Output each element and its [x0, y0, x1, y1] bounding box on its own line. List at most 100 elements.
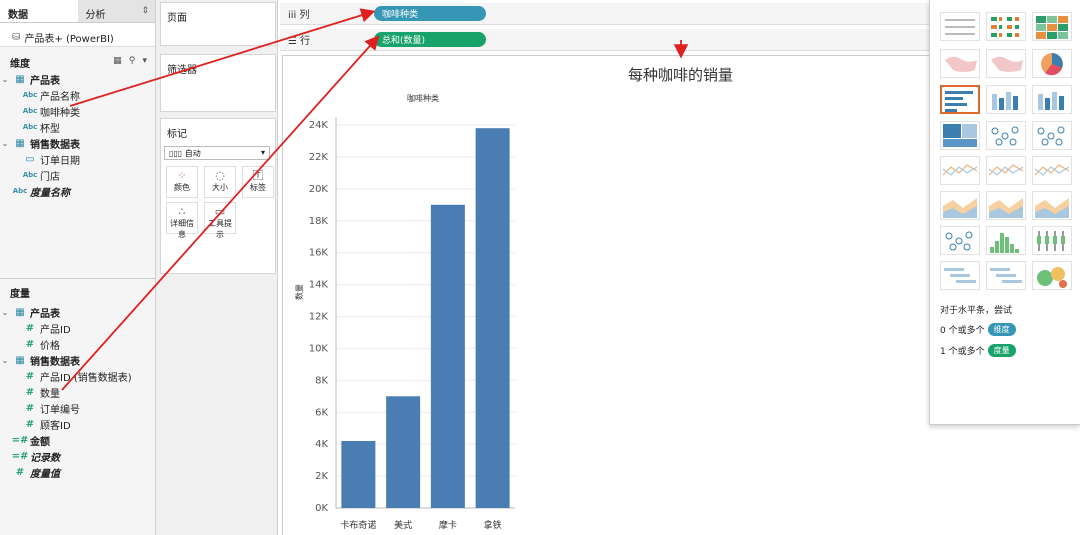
mark-type-dropdown[interactable]: ▯▯▯ 自动 ▾	[164, 146, 270, 160]
chart-type-area-continuous[interactable]	[940, 191, 980, 220]
req2-pill: 度量	[987, 344, 1016, 357]
chart-type-area-discrete[interactable]	[986, 191, 1026, 220]
number-icon: #	[25, 418, 35, 430]
chart-type-symbol-map[interactable]	[940, 49, 980, 78]
viz-area	[282, 55, 930, 535]
measure-field[interactable]: # 订单编号	[0, 400, 156, 416]
measure-field[interactable]: =# 记录数	[0, 448, 156, 464]
menu-icon[interactable]: ▾	[142, 56, 149, 66]
tab-analysis[interactable]: 分析 ⇕	[77, 0, 155, 22]
detail-label: 详细信息	[170, 219, 194, 239]
dim-field[interactable]: Abc 杯型	[0, 119, 155, 135]
heat-map-icon	[991, 17, 1019, 37]
field-label: 顾客ID	[40, 420, 71, 432]
box-whisker-icon	[1037, 231, 1065, 251]
chart-type-filled-map[interactable]	[986, 49, 1026, 78]
field-label: 产品ID	[40, 324, 71, 336]
number-icon: #	[25, 370, 35, 382]
chart-type-dual-combination[interactable]	[1032, 191, 1072, 220]
divider	[0, 278, 156, 279]
field-label: 金额	[30, 436, 50, 448]
dim-field[interactable]: Abc 度量名称	[0, 183, 155, 199]
label-button[interactable]: 🅃 标签	[242, 166, 274, 198]
chart-type-side-by-side-circles[interactable]	[1032, 121, 1072, 150]
chart-type-text-table[interactable]	[940, 12, 980, 41]
dim-field[interactable]: Abc 产品名称	[0, 87, 155, 103]
chart-type-treemap[interactable]	[940, 121, 980, 150]
tab-data[interactable]: 数据	[0, 0, 78, 22]
chart-type-histogram[interactable]	[986, 226, 1026, 255]
chevron-down-icon[interactable]: ⌄	[0, 356, 10, 365]
datasource-icon: ⛁	[12, 32, 21, 43]
field-label: 杯型	[40, 123, 60, 135]
chevron-down-icon[interactable]: ⌄	[0, 139, 10, 148]
dim-field[interactable]: ⌄ ▦ 销售数据表	[0, 135, 155, 151]
measure-field[interactable]: # 产品ID	[0, 320, 156, 336]
number-icon: #	[25, 322, 35, 334]
chart-type-dual-lines[interactable]	[1032, 156, 1072, 185]
dim-field[interactable]: Abc 咖啡种类	[0, 103, 155, 119]
abc-icon: Abc	[12, 187, 28, 195]
measure-field[interactable]: # 度量值	[0, 464, 156, 480]
chart-type-box-whisker[interactable]	[1032, 226, 1072, 255]
chevron-down-icon[interactable]: ⌄	[0, 308, 10, 317]
abc-icon: Abc	[22, 107, 38, 115]
color-icon: ⁘	[177, 169, 187, 182]
rows-pill[interactable]: 总和(数量)	[374, 32, 486, 47]
req1-prefix: 0 个或多个	[940, 326, 985, 336]
pie-chart-icon	[1041, 53, 1063, 76]
measure-field[interactable]: # 顾客ID	[0, 416, 156, 432]
field-label: 产品ID (销售数据表)	[40, 372, 132, 384]
calculated-field-icon: =#	[11, 434, 29, 446]
measure-field[interactable]: =# 金额	[0, 432, 156, 448]
size-button[interactable]: ◌ 大小	[204, 166, 236, 198]
symbol-map-icon	[945, 56, 977, 72]
mark-type-label: 自动	[184, 149, 201, 158]
chart-type-gantt[interactable]	[940, 261, 980, 290]
chart-type-scatter-plot[interactable]	[940, 226, 980, 255]
filled-map-icon	[991, 56, 1023, 72]
cards-pane: 页面 筛选器 标记 ▯▯▯ 自动 ▾ ⁘ 颜色 ◌ 大小 🅃 标签 ∴ 详细信息 ▭ 工具提…	[156, 0, 278, 535]
packed-bubbles-icon	[1037, 267, 1067, 288]
measure-field[interactable]: # 价格	[0, 336, 156, 352]
filters-card[interactable]: 筛选器	[160, 54, 276, 112]
chart-type-stacked-bars[interactable]	[986, 85, 1026, 114]
histogram-icon	[990, 233, 1019, 253]
measure-field[interactable]: # 产品ID (销售数据表)	[0, 368, 156, 384]
columns-pill[interactable]: 咖啡种类	[374, 6, 486, 21]
date-icon: ▭	[25, 153, 35, 165]
dimensions-header: 维度 ▦ ⚲ ▾	[0, 53, 155, 71]
rows-label: 行	[300, 36, 311, 47]
detail-button[interactable]: ∴ 详细信息	[166, 202, 198, 239]
pages-card[interactable]: 页面	[160, 2, 276, 46]
chart-type-pie-chart[interactable]	[1032, 49, 1072, 78]
field-label: 产品名称	[40, 91, 80, 103]
chart-type-heat-map[interactable]	[986, 12, 1026, 41]
field-label: 销售数据表	[30, 356, 80, 368]
chart-type-horizontal-bars[interactable]	[940, 85, 980, 114]
chart-type-packed-bubbles[interactable]	[1032, 261, 1072, 290]
measure-field[interactable]: ⌄ ▦ 销售数据表	[0, 352, 156, 368]
grid-view-icon[interactable]: ▦	[113, 56, 124, 66]
chart-type-circle-views[interactable]	[986, 121, 1026, 150]
measure-field[interactable]: ⌄ ▦ 产品表	[0, 304, 156, 320]
chart-type-highlight-table[interactable]	[1032, 12, 1072, 41]
dim-field[interactable]: ▭ 订单日期	[0, 151, 155, 167]
tooltip-button[interactable]: ▭ 工具提示	[204, 202, 236, 239]
tab-menu-icon[interactable]: ⇕	[141, 6, 149, 16]
dim-field[interactable]: ⌄ ▦ 产品表	[0, 71, 155, 87]
chart-type-lines-continuous[interactable]	[940, 156, 980, 185]
datasource-item[interactable]: ⛁ 产品表+ (PowerBI)	[0, 23, 155, 47]
color-button[interactable]: ⁘ 颜色	[166, 166, 198, 198]
chart-type-lines-discrete[interactable]	[986, 156, 1026, 185]
chart-type-side-by-side-bars[interactable]	[1032, 85, 1072, 114]
dim-field[interactable]: Abc 门店	[0, 167, 155, 183]
bar-mark-icon: ▯▯▯	[169, 149, 183, 158]
chevron-down-icon[interactable]: ⌄	[0, 75, 10, 84]
field-label: 订单日期	[40, 155, 80, 167]
search-icon[interactable]: ⚲	[129, 56, 138, 66]
measure-field[interactable]: # 数量	[0, 384, 156, 400]
chart-type-bullet-graph[interactable]	[986, 261, 1026, 290]
field-label: 价格	[40, 340, 60, 352]
field-label: 订单编号	[40, 404, 80, 416]
